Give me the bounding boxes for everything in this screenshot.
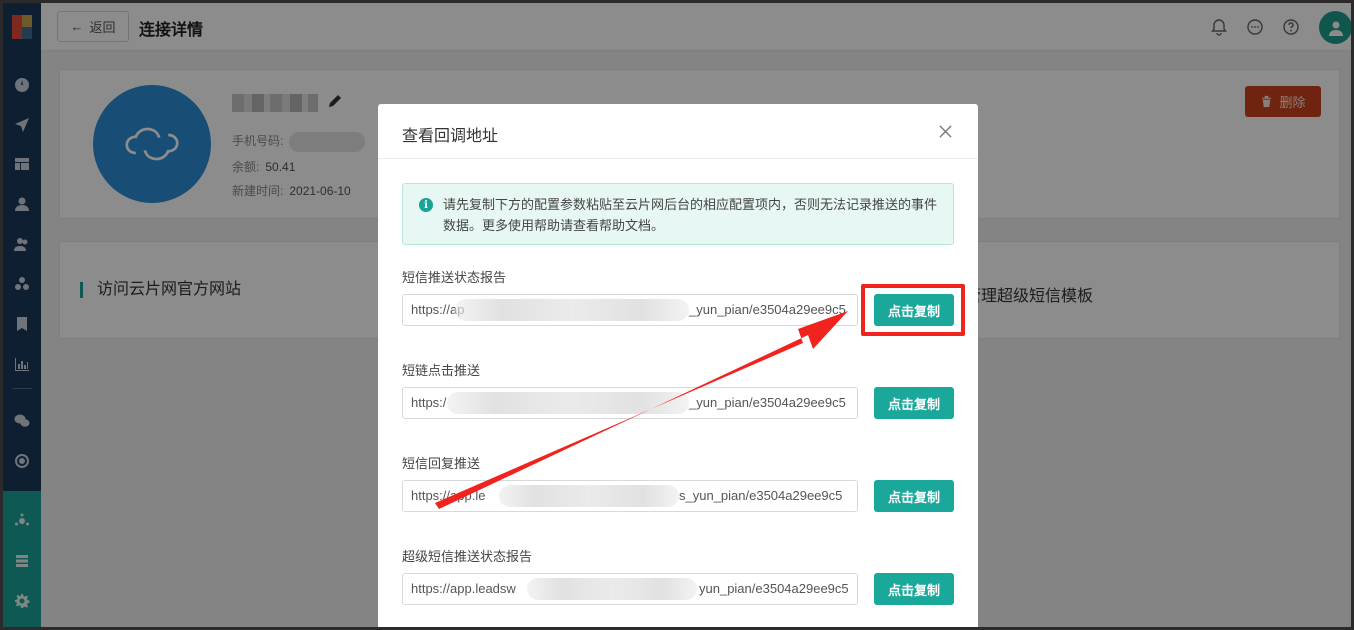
url-redacted	[527, 578, 697, 600]
copy-button-sms-reply[interactable]: 点击复制	[874, 480, 954, 512]
field-label-sms-reply: 短信回复推送	[402, 456, 481, 471]
copy-button-short-link[interactable]: 点击复制	[874, 387, 954, 419]
info-icon: i	[419, 198, 433, 212]
app-window: ← 返回 连接详情 手机号码: 余额: 50.41 新建时间: 2021-06-10…	[0, 0, 1354, 630]
modal-header: 查看回调地址	[378, 104, 978, 159]
callback-url-modal: 查看回调地址 i 请先复制下方的配置参数粘贴至云片网后台的相应配置项内，否则无法…	[378, 104, 978, 627]
copy-button-super-sms-status[interactable]: 点击复制	[874, 573, 954, 605]
modal-title: 查看回调地址	[402, 128, 499, 145]
url-field-super-sms-status[interactable]: https://app.leadsw yun_pian/e3504a29ee9c…	[402, 573, 858, 605]
url-redacted	[455, 299, 689, 321]
url-redacted	[447, 392, 689, 414]
field-label-super-sms-status: 超级短信推送状态报告	[402, 549, 533, 564]
notice-text: 请先复制下方的配置参数粘贴至云片网后台的相应配置项内，否则无法记录推送的事件数据…	[443, 197, 938, 233]
close-icon[interactable]	[936, 122, 954, 140]
url-field-sms-reply[interactable]: https://app.le s_yun_pian/e3504a29ee9c5	[402, 480, 858, 512]
url-field-short-link[interactable]: https:/ _yun_pian/e3504a29ee9c5	[402, 387, 858, 419]
url-redacted	[499, 485, 679, 507]
field-label-sms-status: 短信推送状态报告	[402, 270, 507, 285]
info-notice: i 请先复制下方的配置参数粘贴至云片网后台的相应配置项内，否则无法记录推送的事件…	[402, 183, 954, 245]
annotation-highlight-box	[861, 284, 965, 336]
url-field-sms-status[interactable]: https://ap _yun_pian/e3504a29ee9c5	[402, 294, 858, 326]
field-label-short-link: 短链点击推送	[402, 363, 481, 378]
